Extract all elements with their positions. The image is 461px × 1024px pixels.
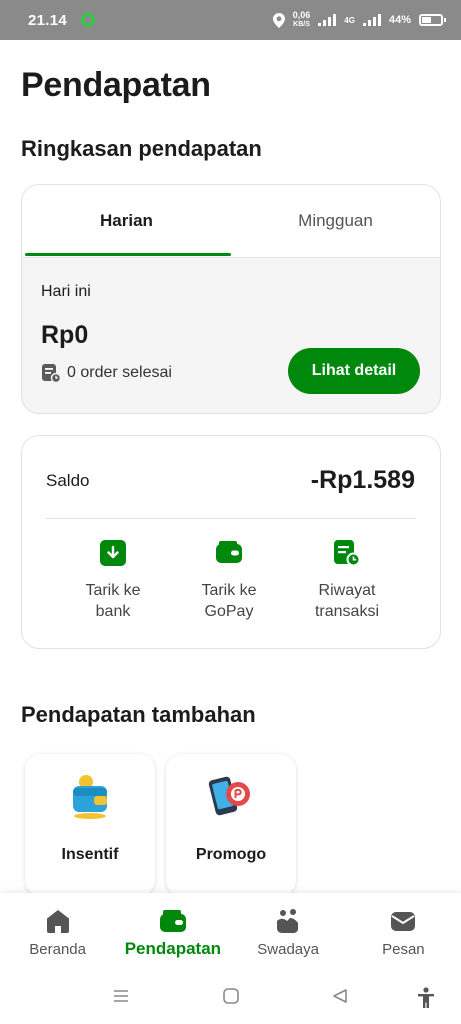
transaction-history-icon [334,540,360,566]
withdraw-gopay-label: Tarik ke GoPay [174,580,284,622]
transaction-history-label: Riwayat transaksi [292,580,402,622]
wifi-signal-icon [318,14,337,26]
battery-percent: 44% [388,14,411,26]
download-arrow-icon [100,540,126,566]
withdraw-gopay-line2: GoPay [204,603,254,620]
balance-divider [46,518,416,519]
today-earnings-amount: Rp0 [41,321,89,349]
earnings-summary-card: Harian Mingguan Hari ini Rp0 0 order sel… [21,184,441,414]
message-icon [391,912,416,931]
withdraw-gopay-line1: Tarik ke [201,582,257,599]
balance-value: -Rp1.589 [310,466,415,494]
withdraw-bank-line1: Tarik ke [85,582,141,599]
incentive-card[interactable]: Insentif [25,754,155,896]
withdraw-bank-line2: bank [95,603,131,620]
cell-signal-icon [362,14,381,26]
extra-section-title: Pendapatan tambahan [21,702,256,727]
accessibility-icon[interactable] [416,987,436,1009]
recent-apps-icon[interactable] [112,987,130,1005]
home-button-icon[interactable] [222,987,240,1005]
nav-pesan[interactable]: Pesan [346,893,461,973]
network-speed-value: 0,06 [292,10,311,20]
status-time: 21.14 [28,11,68,29]
wallet-icon [159,910,186,932]
withdraw-to-gopay-button[interactable]: Tarik ke GoPay [174,540,284,622]
promogo-card[interactable]: Promogo [166,754,296,896]
promogo-label: Promogo [195,846,267,863]
bottom-navigation: Beranda Pendapatan Swadaya Pesan [0,893,461,973]
system-navigation-bar [0,973,461,1024]
wallet-icon [216,541,242,563]
orders-text: 0 order selesai [67,364,172,381]
transaction-history-line2: transaksi [314,603,380,620]
tab-harian[interactable]: Harian [22,185,231,257]
incentive-label: Insentif [61,846,119,863]
back-icon[interactable] [331,987,349,1005]
order-receipt-icon [42,364,61,383]
nav-beranda[interactable]: Beranda [0,893,115,973]
period-tabs: Harian Mingguan [22,185,440,258]
swadaya-icon [277,909,299,933]
network-speed: 0,06 KB/S [293,11,311,29]
network-speed-unit: KB/S [293,21,310,28]
transaction-history-line1: Riwayat [318,582,376,599]
withdraw-bank-label: Tarik ke bank [58,580,168,622]
location-icon [272,12,285,28]
balance-label: Saldo [46,471,90,490]
transaction-history-button[interactable]: Riwayat transaksi [292,540,402,622]
period-label: Hari ini [41,283,91,300]
status-bar: 21.14 0,06 KB/S 4G 44% [0,0,461,40]
active-tab-indicator [25,253,231,256]
summary-section-title: Ringkasan pendapatan [21,136,262,161]
battery-icon [419,14,446,26]
nav-swadaya-label: Swadaya [257,941,319,958]
page-title: Pendapatan [21,66,211,104]
view-detail-button[interactable]: Lihat detail [288,348,420,394]
nav-pesan-label: Pesan [382,941,425,958]
incentive-wallet-illustration [73,775,107,819]
completed-orders: 0 order selesai [41,363,172,383]
home-icon [46,910,69,933]
gojek-notification-icon [81,13,96,27]
tab-mingguan[interactable]: Mingguan [231,185,440,257]
nav-beranda-label: Beranda [29,941,86,958]
promogo-phone-illustration [208,776,250,816]
nav-pendapatan-label: Pendapatan [124,939,222,958]
withdraw-to-bank-button[interactable]: Tarik ke bank [58,540,168,622]
nav-pendapatan[interactable]: Pendapatan [115,893,230,973]
balance-card: Saldo -Rp1.589 Tarik ke bank Tarik ke GoPa… [21,435,441,649]
nav-swadaya[interactable]: Swadaya [231,893,346,973]
status-indicators: 0,06 KB/S 4G 44% [272,11,446,29]
network-type: 4G [344,15,355,25]
